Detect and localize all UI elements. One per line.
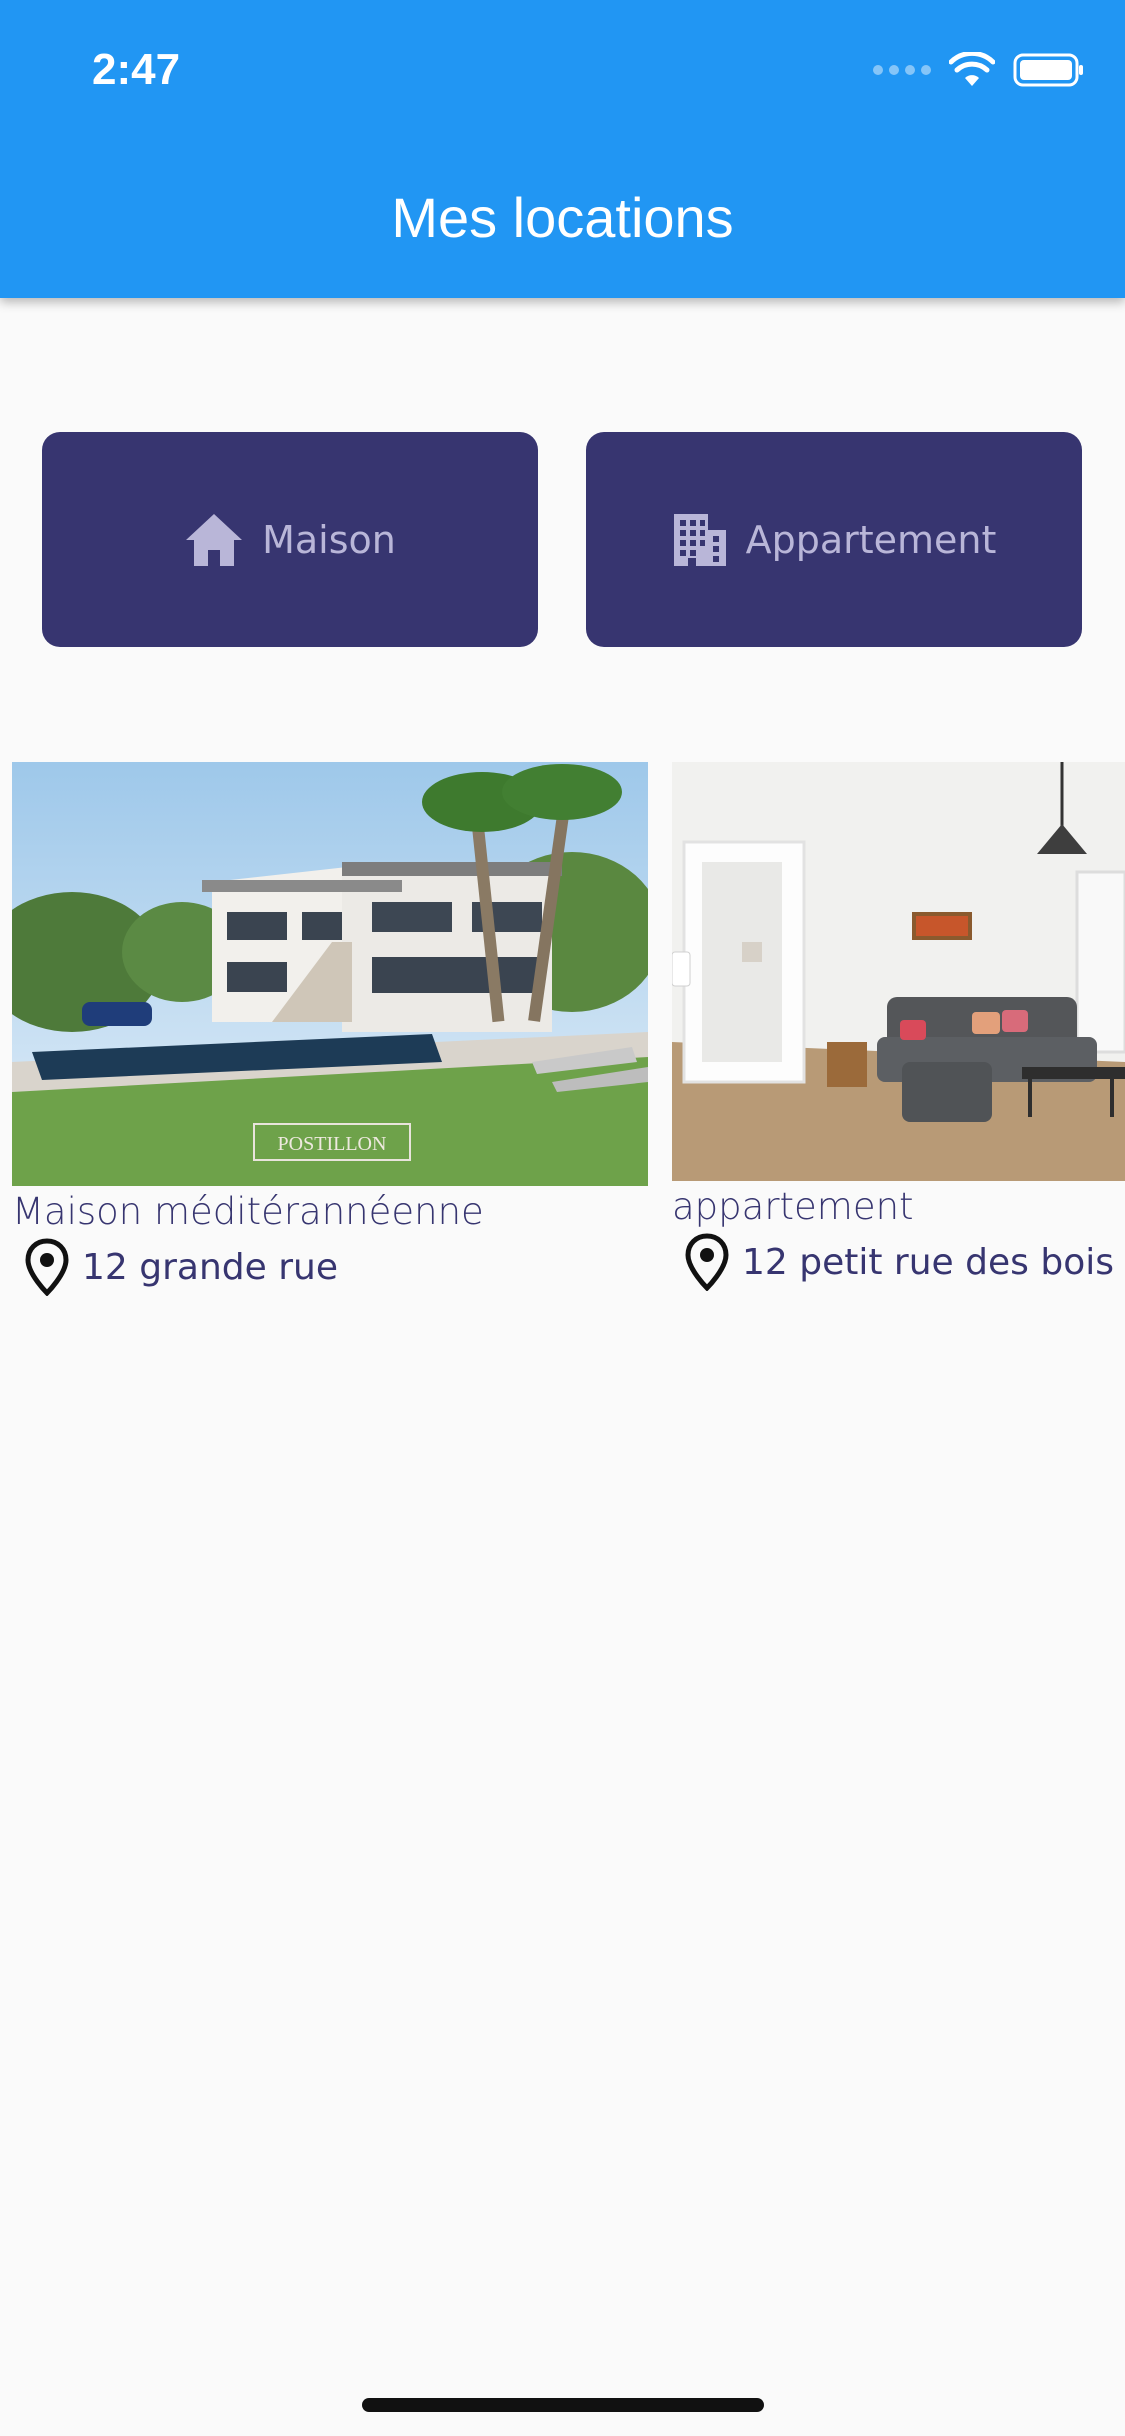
listing-address: 12 grande rue xyxy=(82,1246,338,1288)
wifi-icon xyxy=(949,52,995,86)
app-bar: 2:47 Mes locations xyxy=(0,0,1125,298)
maison-photo: POSTILLON xyxy=(12,762,648,1186)
location-pin-icon xyxy=(25,1238,69,1296)
status-icons xyxy=(873,48,1085,92)
maison-filter-label: Maison xyxy=(262,517,396,562)
listing-card-appartement[interactable]: appartement 12 petit rue des bois xyxy=(672,762,1125,1291)
appartement-filter-button[interactable]: Appartement xyxy=(586,432,1082,647)
listing-card-maison[interactable]: POSTILLON Maison méditérannéenne 12 gran… xyxy=(12,762,648,1296)
appartement-filter-label: Appartement xyxy=(745,517,997,562)
page-title: Mes locations xyxy=(391,186,734,249)
house-icon xyxy=(186,513,243,566)
photo-watermark: POSTILLON xyxy=(278,1133,387,1155)
listing-address-row: 12 petit rue des bois xyxy=(672,1233,1125,1291)
appartement-photo xyxy=(672,762,1125,1181)
listing-address: 12 petit rue des bois xyxy=(742,1241,1114,1283)
listing-address-row: 12 grande rue xyxy=(12,1238,648,1296)
building-icon xyxy=(673,513,726,566)
battery-icon xyxy=(1013,53,1083,87)
cellular-signal-icon xyxy=(873,65,931,75)
home-indicator[interactable] xyxy=(362,2398,764,2412)
listing-title: appartement xyxy=(672,1185,914,1228)
listing-title: Maison méditérannéenne xyxy=(12,1190,484,1233)
location-pin-icon xyxy=(685,1233,729,1291)
status-time: 2:47 xyxy=(92,45,181,94)
maison-filter-button[interactable]: Maison xyxy=(42,432,538,647)
